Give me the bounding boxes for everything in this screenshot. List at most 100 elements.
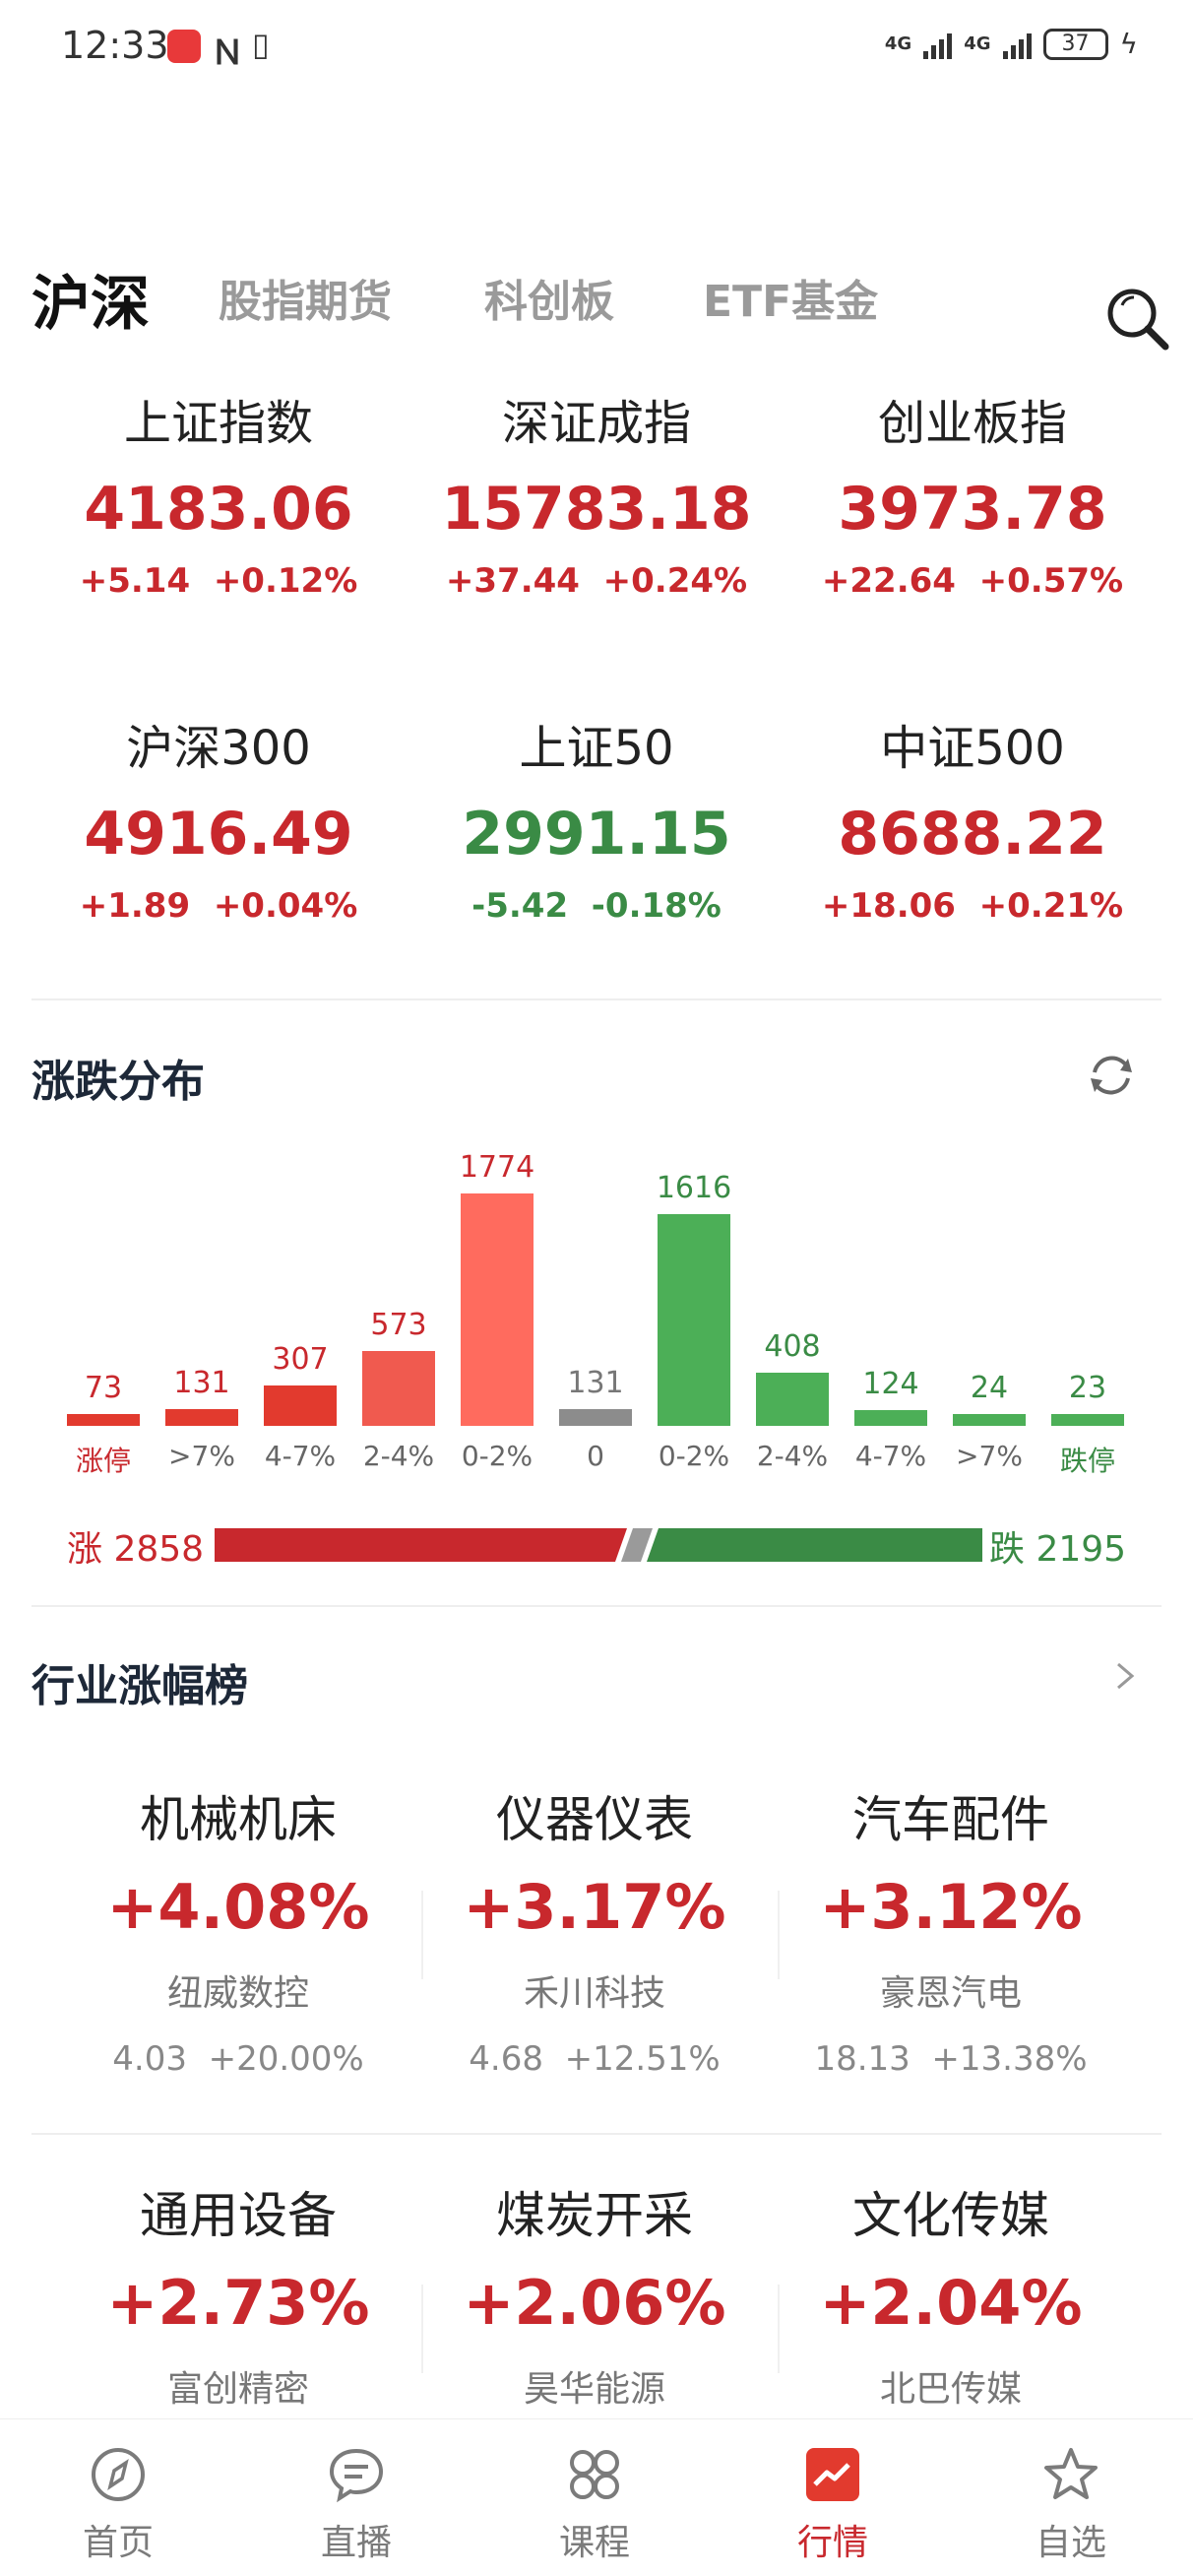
leading-stock: 昊华能源	[523, 2369, 665, 2410]
index-card-sh[interactable]: 上证指数 4183.06 +5.14 +0.12%	[41, 384, 396, 601]
industry-pct: +3.12%	[819, 1871, 1083, 1943]
leading-stock: 纽威数控	[166, 1973, 309, 2014]
index-name: 创业板指	[877, 396, 1067, 451]
dist-bar	[756, 1373, 829, 1426]
industry-title[interactable]: 行业涨幅榜	[31, 1650, 248, 1713]
industry-name: 通用设备	[140, 2187, 337, 2244]
network-type-2: 4G	[964, 32, 991, 54]
index-card-sz[interactable]: 深证成指 15783.18 +37.44 +0.24%	[419, 384, 774, 601]
down-total: 跌 2195	[989, 1529, 1127, 1570]
nav-watchlist[interactable]: 自选	[992, 2419, 1150, 2576]
industry-pct: +3.17%	[463, 1871, 726, 1943]
dist-bar-value: 408	[764, 1329, 821, 1364]
index-change: +22.64 +0.57%	[821, 561, 1124, 601]
dist-bar-label: 跌停	[1059, 1445, 1115, 1477]
industry-card[interactable]: 通用设备 +2.73% 富创精密	[71, 2176, 406, 2412]
index-change: +18.06 +0.21%	[821, 886, 1124, 926]
leading-stock-quote: 4.03 +20.00%	[112, 2039, 364, 2079]
updown-ratio-bar	[215, 1528, 982, 1562]
dist-bar	[67, 1414, 140, 1426]
industry-name: 汽车配件	[852, 1791, 1049, 1848]
dist-bar-value: 573	[370, 1308, 427, 1342]
tab-futures[interactable]: 股指期货	[219, 266, 392, 329]
dist-bar	[559, 1409, 632, 1426]
refresh-icon[interactable]	[1085, 1049, 1138, 1102]
index-card-zz500[interactable]: 中证500 8688.22 +18.06 +0.21%	[795, 709, 1150, 926]
industry-pct: +2.06%	[463, 2267, 726, 2339]
leading-stock-quote: 4.68 +12.51%	[469, 2039, 721, 2079]
distribution-title: 涨跌分布	[31, 1057, 205, 1107]
dist-bar	[264, 1385, 337, 1426]
dist-bar-label: >7%	[168, 1440, 235, 1472]
industry-card[interactable]: 机械机床 +4.08% 纽威数控 4.03 +20.00%	[71, 1780, 406, 2079]
dist-bar-value: 24	[970, 1371, 1009, 1405]
industry-pct: +4.08%	[106, 1871, 370, 1943]
market-tabs: 沪深 股指期货 科创板 ETF基金	[0, 266, 1193, 354]
leading-stock-quote: 18.13 +13.38%	[814, 2039, 1088, 2079]
dist-bar-value: 124	[862, 1367, 919, 1401]
dist-bar-label: 2-4%	[362, 1440, 435, 1472]
index-price: 3973.78	[838, 475, 1107, 544]
signal-icon-2	[1002, 30, 1032, 59]
dist-bar-value: 131	[567, 1366, 624, 1400]
index-card-hs300[interactable]: 沪深300 4916.49 +1.89 +0.04%	[41, 709, 396, 926]
dist-bar-value: 73	[84, 1371, 123, 1405]
tab-etf[interactable]: ETF基金	[703, 266, 878, 329]
index-name: 上证指数	[123, 396, 313, 451]
index-price: 4916.49	[84, 800, 353, 869]
dist-bar-label: 0-2%	[461, 1440, 534, 1472]
network-type: 4G	[884, 32, 912, 54]
leading-stock: 富创精密	[166, 2369, 309, 2410]
nav-label: 首页	[82, 2523, 154, 2563]
industry-name: 机械机床	[140, 1791, 337, 1848]
industry-name: 煤炭开采	[496, 2187, 693, 2244]
nav-label: 课程	[558, 2523, 630, 2563]
column-separator	[778, 2285, 780, 2373]
nav-home[interactable]: 首页	[39, 2419, 197, 2576]
industry-name: 文化传媒	[852, 2187, 1049, 2244]
dist-bar-value: 23	[1068, 1371, 1107, 1405]
index-price: 2991.15	[462, 800, 731, 869]
dist-bar-label: 涨停	[75, 1445, 131, 1477]
nav-courses[interactable]: 课程	[516, 2419, 673, 2576]
nav-market[interactable]: 行情	[754, 2419, 911, 2576]
status-right: 4G 4G 37 ϟ	[885, 28, 1138, 60]
search-icon[interactable]	[1104, 286, 1173, 354]
industry-card[interactable]: 汽车配件 +3.12% 豪恩汽电 18.13 +13.38%	[784, 1780, 1118, 2079]
industry-card[interactable]: 煤炭开采 +2.06% 昊华能源	[427, 2176, 762, 2412]
tab-star-market[interactable]: 科创板	[484, 266, 614, 329]
index-price: 15783.18	[441, 475, 752, 544]
up-total: 涨 2858	[67, 1529, 205, 1570]
dist-bar	[953, 1414, 1026, 1426]
dist-bar	[854, 1410, 927, 1426]
leading-stock: 北巴传媒	[879, 2369, 1022, 2410]
industry-card[interactable]: 仪器仪表 +3.17% 禾川科技 4.68 +12.51%	[427, 1780, 762, 2079]
chevron-right-icon[interactable]	[1104, 1656, 1144, 1696]
divider	[31, 2133, 1162, 2135]
dist-bar-value: 131	[173, 1366, 230, 1400]
grid-clover-icon	[570, 2450, 619, 2499]
dist-bar-label: 0-2%	[658, 1440, 730, 1472]
index-price: 8688.22	[838, 800, 1107, 869]
industry-name: 仪器仪表	[496, 1791, 693, 1848]
dist-bar-value: 1616	[656, 1171, 732, 1205]
index-change: +5.14 +0.12%	[79, 561, 358, 601]
index-card-sz50[interactable]: 上证50 2991.15 -5.42 -0.18%	[419, 709, 774, 926]
vibrate-icon: ▯	[252, 26, 270, 63]
industry-pct: +2.04%	[819, 2267, 1083, 2339]
nav-label: 直播	[320, 2523, 392, 2563]
industry-card[interactable]: 文化传媒 +2.04% 北巴传媒	[784, 2176, 1118, 2412]
column-separator	[421, 1891, 423, 1979]
dist-bar	[658, 1214, 730, 1426]
signal-icon	[923, 30, 953, 59]
index-card-cyb[interactable]: 创业板指 3973.78 +22.64 +0.57%	[795, 384, 1150, 601]
column-separator	[778, 1891, 780, 1979]
nav-live[interactable]: 直播	[278, 2419, 435, 2576]
charging-icon: ϟ	[1119, 28, 1138, 60]
dist-bar-label: >7%	[956, 1440, 1023, 1472]
nav-label: 行情	[796, 2523, 868, 2563]
dist-bar-label: 0	[587, 1440, 604, 1472]
index-change: +1.89 +0.04%	[79, 886, 358, 926]
index-name: 中证500	[880, 721, 1065, 776]
tab-hushen[interactable]: 沪深	[31, 256, 150, 342]
